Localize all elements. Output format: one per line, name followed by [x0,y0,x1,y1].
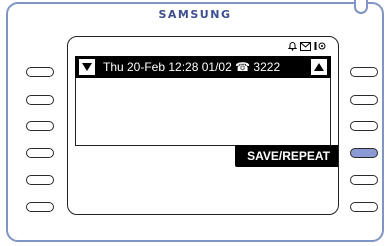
left-softkey-6[interactable] [26,202,54,212]
right-softkey-6[interactable] [350,202,378,212]
right-softkey-4-save-repeat[interactable] [350,148,378,158]
phone-icon: ☎ [235,60,251,74]
right-softkey-5[interactable] [350,175,378,185]
left-softkey-3[interactable] [26,121,54,131]
message-counter: 01/02 [201,60,232,74]
brand-logo: SAMSUNG [158,8,232,21]
triangle-up-icon [314,63,324,71]
envelope-icon [300,41,311,51]
status-icon-group [288,41,326,51]
handset-icon [314,41,326,51]
right-softkey-2[interactable] [350,95,378,105]
left-softkey-1[interactable] [26,67,54,77]
bell-icon [288,41,297,51]
right-softkey-1[interactable] [350,67,378,77]
date-time: Thu 20-Feb 12:28 [103,60,199,74]
scroll-down-button[interactable] [79,59,95,75]
left-softkey-4[interactable] [26,148,54,158]
info-bar-text: Thu 20-Feb 12:28 01/02 ☎ 3222 [99,60,307,74]
frame-tab-notch [354,0,368,14]
triangle-down-icon [82,63,92,71]
message-area [75,78,331,146]
info-bar: Thu 20-Feb 12:28 01/02 ☎ 3222 [75,56,331,78]
right-softkey-3[interactable] [350,121,378,131]
scroll-up-button[interactable] [311,59,327,75]
left-softkey-2[interactable] [26,95,54,105]
extension-number: 3222 [253,60,281,74]
left-softkey-5[interactable] [26,175,54,185]
save-repeat-softkey-label[interactable]: SAVE/REPEAT [235,145,338,167]
lcd-display: Thu 20-Feb 12:28 01/02 ☎ 3222 SAVE/REPEA… [67,36,339,215]
